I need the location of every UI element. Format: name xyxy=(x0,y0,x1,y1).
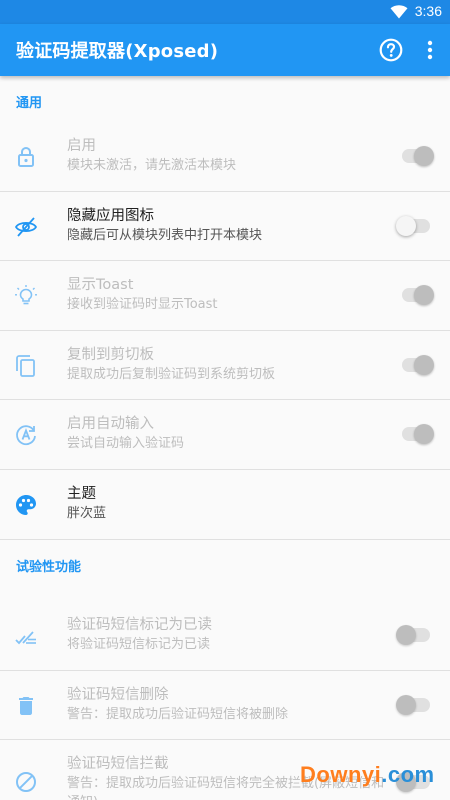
delete-switch[interactable] xyxy=(396,694,434,715)
pref-summary: 警告：提取成功后验证码短信将被删除 xyxy=(67,706,289,722)
pref-title: 显示Toast xyxy=(67,277,134,293)
copy-icon xyxy=(16,354,35,377)
auto-input-switch[interactable] xyxy=(398,424,434,444)
auto-input-icon xyxy=(16,425,36,446)
pref-title: 启用 xyxy=(67,138,96,154)
pref-title: 验证码短信删除 xyxy=(67,686,169,703)
pref-summary: 提取成功后复制验证码到系统剪切板 xyxy=(67,366,276,382)
lock-icon xyxy=(18,146,34,167)
copy-switch[interactable] xyxy=(398,354,434,375)
pref-theme[interactable]: 主题 胖次蓝 xyxy=(0,470,450,540)
pref-title: 隐藏应用图标 xyxy=(67,207,154,224)
pref-toast[interactable]: 显示Toast 接收到验证码时显示Toast xyxy=(0,261,450,331)
help-icon[interactable] xyxy=(378,37,404,63)
status-bar: 3:36 xyxy=(0,0,450,24)
enable-switch[interactable] xyxy=(398,146,434,166)
app-bar: 验证码提取器(Xposed) xyxy=(0,24,450,76)
section-header-general: 通用 xyxy=(16,96,43,111)
pref-title: 验证码短信标记为已读 xyxy=(67,617,212,633)
palette-icon xyxy=(16,494,36,515)
pref-copy[interactable]: 复制到剪切板 提取成功后复制验证码到系统剪切板 xyxy=(0,331,450,400)
pref-summary: 接收到验证码时显示Toast xyxy=(67,297,218,312)
pref-title: 复制到剪切板 xyxy=(67,346,154,363)
mark-read-icon xyxy=(15,631,36,645)
lightbulb-icon xyxy=(15,285,37,305)
section-header-experimental: 试验性功能 xyxy=(0,539,450,585)
pref-auto-input[interactable]: 启用自动输入 尝试自动输入验证码 xyxy=(0,400,450,470)
more-options-icon[interactable] xyxy=(420,37,440,63)
mark-read-switch[interactable] xyxy=(396,625,434,645)
toast-switch[interactable] xyxy=(398,285,434,305)
pref-summary: 尝试自动输入验证码 xyxy=(67,436,185,451)
block-icon xyxy=(16,772,36,792)
wifi-icon xyxy=(390,5,408,19)
status-time: 3:36 xyxy=(414,3,442,19)
pref-title: 主题 xyxy=(67,485,96,502)
pref-delete[interactable]: 验证码短信删除 警告：提取成功后验证码短信将被删除 xyxy=(0,671,450,740)
watermark-part2: .com xyxy=(381,762,435,787)
pref-summary: 将验证码短信标记为已读 xyxy=(67,637,211,652)
preferences-list[interactable]: 通用 启用 模块未激活，请先激活本模块 隐藏应用图标 隐藏后可从模块列表中打开本… xyxy=(0,76,450,800)
pref-hide-icon[interactable]: 隐藏应用图标 隐藏后可从模块列表中打开本模块 xyxy=(0,192,450,261)
watermark: Downyi.com xyxy=(300,762,435,788)
pref-summary: 隐藏后可从模块列表中打开本模块 xyxy=(67,227,263,243)
eye-off-icon xyxy=(14,216,38,237)
pref-title: 启用自动输入 xyxy=(67,416,154,432)
pref-summary: 模块未激活，请先激活本模块 xyxy=(67,158,237,173)
pref-mark-read[interactable]: 验证码短信标记为已读 将验证码短信标记为已读 xyxy=(0,601,450,671)
pref-enable[interactable]: 启用 模块未激活，请先激活本模块 xyxy=(0,122,450,192)
delete-icon xyxy=(19,696,33,715)
pref-summary: 胖次蓝 xyxy=(67,505,107,521)
app-title: 验证码提取器(Xposed) xyxy=(16,41,219,62)
hide-icon-switch[interactable] xyxy=(396,215,434,236)
watermark-part1: Downyi xyxy=(300,762,382,787)
